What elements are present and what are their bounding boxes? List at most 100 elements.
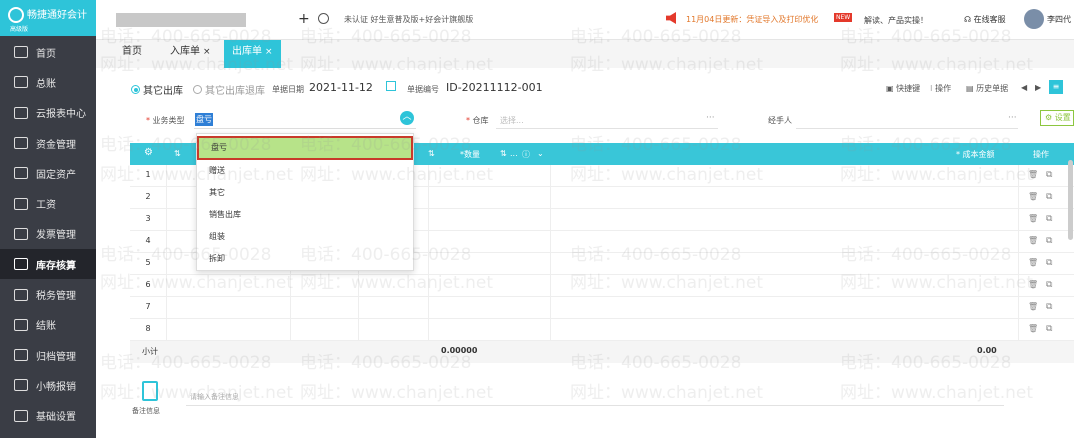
biz-type-input[interactable] bbox=[194, 113, 416, 129]
watermark-text: 网址：www.chanjet.net bbox=[570, 55, 764, 75]
avatar[interactable] bbox=[1024, 9, 1044, 29]
sidebar-item-8[interactable]: 税务管理 bbox=[0, 279, 96, 309]
sidebar-item-9[interactable]: 结账 bbox=[0, 310, 96, 340]
sidebar-item-6[interactable]: 发票管理 bbox=[0, 219, 96, 249]
sidebar-item-11[interactable]: 小畅报销 bbox=[0, 370, 96, 400]
row-number: 3 bbox=[145, 214, 151, 223]
sidebar-item-0[interactable]: 首页 bbox=[0, 37, 96, 67]
app-logo[interactable]: 畅捷通好会计 高级版 bbox=[0, 0, 96, 36]
watermark-text: 网址：www.chanjet.net bbox=[570, 165, 764, 185]
sort-icon[interactable]: ⇅ bbox=[500, 149, 507, 158]
list-view-icon[interactable]: ≡ bbox=[1049, 80, 1063, 94]
cell-divider bbox=[550, 297, 551, 319]
cell-divider bbox=[166, 319, 167, 341]
sidebar-item-4[interactable]: 固定资产 bbox=[0, 158, 96, 188]
help-icon[interactable]: ⓘ bbox=[522, 149, 530, 160]
sidebar-item-label: 结账 bbox=[36, 321, 56, 333]
watermark-text: 网址：www.chanjet.net bbox=[300, 273, 494, 293]
cell-divider bbox=[428, 297, 429, 319]
table-row[interactable]: 7 🗑 ⧉ bbox=[130, 297, 1074, 319]
copy-row-icon[interactable]: ⧉ bbox=[1046, 280, 1052, 290]
settings-icon bbox=[14, 409, 28, 422]
settings-button[interactable]: ⚙ 设置 bbox=[1040, 110, 1074, 126]
row-number: 8 bbox=[145, 324, 151, 333]
inventory-icon bbox=[14, 258, 28, 271]
watermark-text: 网址：www.chanjet.net bbox=[840, 383, 1034, 403]
cell-divider bbox=[166, 297, 167, 319]
delete-row-icon[interactable]: 🗑 bbox=[1028, 192, 1038, 201]
warehouse-input[interactable]: 选择... bbox=[500, 115, 524, 126]
delete-row-icon[interactable]: 🗑 bbox=[1028, 236, 1038, 245]
asset-icon bbox=[14, 167, 28, 180]
copy-row-icon[interactable]: ⧉ bbox=[1046, 258, 1052, 268]
sidebar-item-label: 云报表中心 bbox=[36, 109, 86, 121]
header-bar: 其它出库 其它出库退库 单据日期 2021-11-12 单据编号 ID-2021… bbox=[116, 75, 1074, 101]
cell-divider bbox=[1018, 231, 1019, 253]
copy-row-icon[interactable]: ⧉ bbox=[1046, 302, 1052, 312]
calendar-icon[interactable] bbox=[386, 81, 396, 91]
sidebar-item-5[interactable]: 工资 bbox=[0, 188, 96, 218]
invoice-icon bbox=[14, 227, 28, 240]
history-label: 历史单据 bbox=[976, 84, 1009, 93]
sidebar-item-7[interactable]: 库存核算 bbox=[0, 249, 96, 280]
watermark-text: 网址：www.chanjet.net bbox=[100, 273, 294, 293]
warehouse-more-icon[interactable]: ··· bbox=[706, 113, 715, 123]
closing-icon bbox=[14, 318, 28, 331]
copy-row-icon[interactable]: ⧉ bbox=[1046, 324, 1052, 334]
chevron-up-icon[interactable]: ︿ bbox=[400, 111, 414, 125]
delete-row-icon[interactable]: 🗑 bbox=[1028, 324, 1038, 333]
copy-row-icon[interactable]: ⧉ bbox=[1046, 236, 1052, 246]
sidebar-item-label: 总账 bbox=[36, 78, 56, 90]
chevron-down-icon[interactable]: ⌄ bbox=[537, 149, 544, 158]
new-badge: NEW bbox=[834, 13, 853, 22]
cell-divider bbox=[550, 319, 551, 341]
radio-other-return[interactable]: 其它出库退库 bbox=[193, 82, 265, 97]
watermark-text: 网址：www.chanjet.net bbox=[300, 55, 494, 75]
prev-icon[interactable]: ◀ bbox=[1021, 83, 1027, 92]
copy-row-icon[interactable]: ⧉ bbox=[1046, 214, 1052, 224]
watermark-text: 网址：www.chanjet.net bbox=[570, 273, 764, 293]
dropdown-option[interactable]: 销售出库 bbox=[197, 204, 413, 226]
biz-type-value[interactable]: 盘亏 bbox=[195, 113, 213, 126]
date-label: 单据日期 bbox=[272, 85, 304, 94]
radio-other-outbound[interactable]: 其它出库 bbox=[131, 82, 183, 97]
note-label: 备注信息 bbox=[132, 407, 160, 415]
sidebar-item-12[interactable]: 基础设置 bbox=[0, 401, 96, 431]
code-value: ID-20211112-001 bbox=[446, 81, 543, 94]
scrollbar[interactable] bbox=[1068, 160, 1073, 240]
copy-row-icon[interactable]: ⧉ bbox=[1046, 170, 1052, 180]
watermark-text: 电话：400-665-0028 bbox=[570, 245, 742, 265]
delete-row-icon[interactable]: 🗑 bbox=[1028, 258, 1038, 267]
user-name[interactable]: 李四代 bbox=[1047, 14, 1071, 25]
code-label: 单据编号 bbox=[407, 85, 439, 94]
sidebar-item-2[interactable]: 云报表中心 bbox=[0, 98, 96, 128]
watermark-text: 电话：400-665-0028 bbox=[100, 135, 272, 155]
radio-dot bbox=[131, 85, 140, 94]
reimburse-icon bbox=[14, 379, 28, 392]
warehouse-label-text: 仓库 bbox=[472, 116, 489, 125]
cell-divider bbox=[428, 209, 429, 231]
delete-row-icon[interactable]: 🗑 bbox=[1028, 214, 1038, 223]
copy-row-icon[interactable]: ⧉ bbox=[1046, 192, 1052, 202]
radio-dot bbox=[193, 85, 202, 94]
cell-divider bbox=[550, 253, 551, 275]
handler-more-icon[interactable]: ··· bbox=[1008, 113, 1017, 123]
watermark-text: 电话：400-665-0028 bbox=[840, 353, 1012, 373]
operate-button[interactable]: ⁝ 操作 bbox=[930, 83, 951, 94]
th-operate: 操作 bbox=[1033, 150, 1049, 159]
cell-divider bbox=[358, 319, 359, 341]
sidebar-item-3[interactable]: 资金管理 bbox=[0, 128, 96, 158]
shortcut-button[interactable]: ▣ 快捷键 bbox=[886, 83, 920, 94]
sidebar-item-1[interactable]: 总账 bbox=[0, 67, 96, 97]
history-button[interactable]: ▤ 历史单据 bbox=[966, 83, 1008, 94]
next-icon[interactable]: ▶ bbox=[1035, 83, 1041, 92]
handler-input[interactable] bbox=[796, 128, 1018, 129]
cell-divider bbox=[290, 297, 291, 319]
sidebar-item-label: 首页 bbox=[36, 48, 56, 60]
watermark-text: 电话：400-665-0028 bbox=[100, 353, 272, 373]
table-row[interactable]: 8 🗑 ⧉ bbox=[130, 319, 1074, 341]
delete-row-icon[interactable]: 🗑 bbox=[1028, 302, 1038, 311]
sidebar-item-10[interactable]: 归档管理 bbox=[0, 340, 96, 370]
dropdown-option[interactable]: 其它 bbox=[197, 182, 413, 204]
date-value[interactable]: 2021-11-12 bbox=[309, 81, 373, 94]
